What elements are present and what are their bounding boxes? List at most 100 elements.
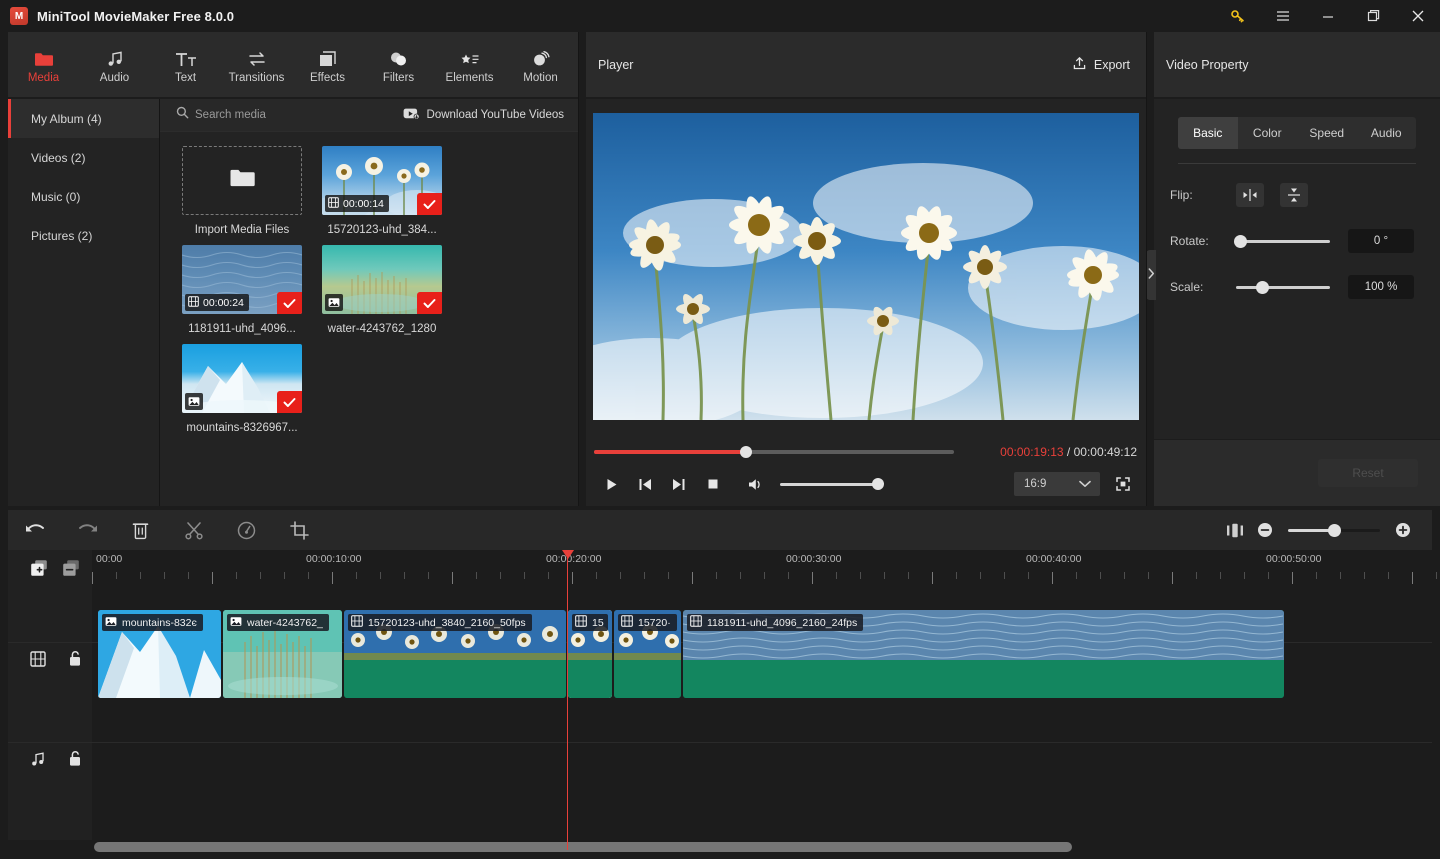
tab-transitions[interactable]: Transitions (221, 32, 292, 97)
ruler-tick (1340, 572, 1341, 579)
tab-speed[interactable]: Speed (1297, 117, 1357, 149)
minimize-icon[interactable] (1305, 0, 1350, 32)
video-preview[interactable] (593, 113, 1139, 420)
album-item-pictures[interactable]: Pictures (2) (8, 216, 160, 255)
album-item-music[interactable]: Music (0) (8, 177, 160, 216)
tab-color[interactable]: Color (1238, 117, 1298, 149)
close-icon[interactable] (1395, 0, 1440, 32)
split-button[interactable] (167, 510, 220, 550)
timeline-ruler[interactable]: 00:00 00:00:10:00 00:00:20:00 00:00:30:0… (92, 550, 1440, 592)
hamburger-icon[interactable] (1260, 0, 1305, 32)
unlock-icon[interactable] (68, 650, 82, 672)
volume-handle[interactable] (872, 478, 884, 490)
volume-button[interactable] (738, 470, 772, 498)
media-thumbnail[interactable]: 00:00:24 (182, 245, 302, 314)
video-track[interactable]: mountains-832є water-4243762_ 15720123-u… (92, 610, 1440, 700)
aspect-ratio-select[interactable]: 16:99:164:31:121:9 (1014, 472, 1100, 496)
media-cell-water-4243762[interactable]: water-4243762_1280 (322, 245, 442, 335)
tab-basic[interactable]: Basic (1178, 117, 1238, 149)
timeline-clip-15720-b[interactable]: 15720· (614, 610, 681, 698)
speed-button[interactable] (220, 510, 273, 550)
aspect-ratio-select-wrap[interactable]: 16:99:164:31:121:9 (1014, 472, 1100, 496)
remove-track-icon[interactable] (62, 559, 80, 582)
undo-button[interactable] (8, 510, 61, 550)
tab-elements[interactable]: Elements (434, 32, 505, 97)
album-item-my-album[interactable]: My Album (4) (8, 99, 160, 138)
scale-slider[interactable] (1236, 280, 1330, 294)
tab-media[interactable]: Media (8, 32, 79, 97)
music-note-icon[interactable] (30, 751, 46, 772)
panel-collapse-handle[interactable] (1146, 250, 1156, 300)
selected-check-icon[interactable] (417, 193, 442, 215)
media-cell-15720123[interactable]: 00:00:14 15720123-uhd_384... (322, 146, 442, 236)
timeline-horizontal-scrollbar[interactable] (92, 842, 1432, 852)
selected-check-icon[interactable] (417, 292, 442, 314)
ruler-label: 00:00:10:00 (306, 553, 362, 565)
ruler-tick (212, 572, 213, 584)
delete-button[interactable] (114, 510, 167, 550)
timeline-clip-15720123[interactable]: 15720123-uhd_3840_2160_50fps (344, 610, 566, 698)
media-cell-mountains[interactable]: mountains-8326967... (182, 344, 302, 434)
import-media-dropzone[interactable] (182, 146, 302, 215)
tab-effects[interactable]: Effects (292, 32, 363, 97)
redo-button[interactable] (61, 510, 114, 550)
film-icon (690, 615, 702, 630)
reset-button[interactable]: Reset (1318, 459, 1418, 487)
media-thumbnail[interactable] (322, 245, 442, 314)
tab-motion[interactable]: Motion (505, 32, 576, 97)
media-thumbnail[interactable]: 00:00:14 (322, 146, 442, 215)
next-frame-button[interactable] (662, 470, 696, 498)
zoom-handle[interactable] (1328, 523, 1341, 537)
previous-frame-button[interactable] (628, 470, 662, 498)
film-icon[interactable] (30, 650, 46, 672)
play-button[interactable] (594, 470, 628, 498)
flip-horizontal-icon[interactable] (1236, 183, 1264, 207)
album-item-videos[interactable]: Videos (2) (8, 138, 160, 177)
rotate-slider[interactable] (1234, 234, 1330, 248)
crop-button[interactable] (273, 510, 326, 550)
progress-handle[interactable] (740, 446, 752, 458)
tab-filters[interactable]: Filters (363, 32, 434, 97)
volume-slider[interactable] (780, 478, 884, 490)
scrollbar-thumb[interactable] (94, 842, 1072, 852)
timeline-clip-water-image[interactable]: water-4243762_ (223, 610, 342, 698)
tab-text[interactable]: Text (150, 32, 221, 97)
timeline-track-headers (8, 550, 92, 840)
rotate-label: Rotate: (1170, 234, 1209, 248)
scale-handle[interactable] (1256, 280, 1269, 294)
flip-vertical-icon[interactable] (1280, 183, 1308, 207)
rotate-handle[interactable] (1234, 234, 1247, 248)
search-media-field[interactable] (176, 106, 335, 124)
player-progress-bar[interactable] (594, 446, 954, 458)
tab-audio[interactable]: Audio (1357, 117, 1417, 149)
fullscreen-button[interactable] (1106, 470, 1140, 498)
export-button[interactable]: Export (1072, 56, 1130, 74)
maximize-icon[interactable] (1350, 0, 1395, 32)
timeline-clip-selected[interactable]: 15 (568, 610, 612, 698)
search-input[interactable] (195, 109, 335, 121)
playhead[interactable] (562, 550, 574, 850)
zoom-in-icon[interactable] (1388, 510, 1418, 550)
timeline-zoom-slider[interactable] (1288, 523, 1380, 537)
timeline-clip-1181911[interactable]: 1181911-uhd_4096_2160_24fps (683, 610, 1284, 698)
download-youtube-videos-button[interactable]: Download YouTube Videos (403, 107, 564, 123)
selected-check-icon[interactable] (277, 391, 302, 413)
timeline-clip-mountains[interactable]: mountains-832є (98, 610, 221, 698)
tab-audio[interactable]: Audio (79, 32, 150, 97)
playhead-handle[interactable] (562, 550, 574, 559)
import-media-files-cell[interactable]: Import Media Files (182, 146, 302, 236)
media-thumbnail[interactable] (182, 344, 302, 413)
fit-to-screen-icon[interactable] (1220, 510, 1250, 550)
ruler-tick (980, 572, 981, 579)
rotate-value[interactable]: 0 ° (1348, 229, 1414, 253)
zoom-out-icon[interactable] (1250, 510, 1280, 550)
stop-button[interactable] (696, 470, 730, 498)
add-track-icon[interactable] (30, 559, 48, 582)
unlock-icon[interactable] (68, 750, 82, 772)
ruler-tick (692, 572, 693, 584)
folder-import-icon (229, 167, 255, 194)
selected-check-icon[interactable] (277, 292, 302, 314)
media-cell-1181911[interactable]: 00:00:24 1181911-uhd_4096... (182, 245, 302, 335)
scale-value[interactable]: 100 % (1348, 275, 1414, 299)
key-icon[interactable] (1215, 0, 1260, 32)
